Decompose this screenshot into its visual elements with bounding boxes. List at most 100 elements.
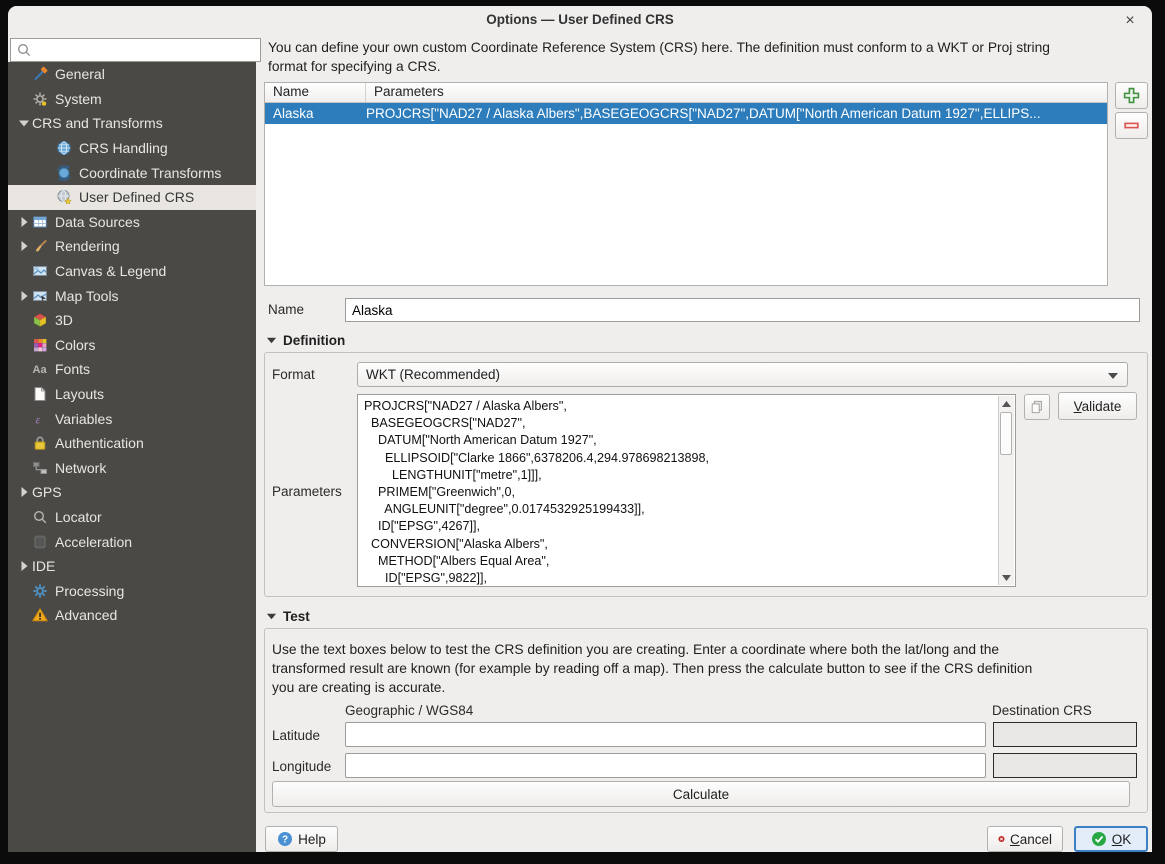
data-sources-icon xyxy=(32,214,48,230)
add-crs-button[interactable] xyxy=(1115,82,1148,109)
tree-collapsed-icon[interactable] xyxy=(16,214,32,230)
sidebar-item-label: Authentication xyxy=(55,435,144,451)
sidebar-item-crs-handling[interactable]: CRS Handling xyxy=(8,136,256,161)
latitude-input[interactable] xyxy=(345,722,986,747)
collapse-arrow-icon xyxy=(266,611,277,622)
sidebar-item-label: Advanced xyxy=(55,607,117,623)
sidebar-item-general[interactable]: General xyxy=(8,62,256,87)
column-header-parameters[interactable]: Parameters xyxy=(366,83,444,102)
tree-collapsed-icon[interactable] xyxy=(16,238,32,254)
sidebar-item-label: Fonts xyxy=(55,361,90,377)
tree-indent xyxy=(16,386,32,402)
sidebar-item-network[interactable]: Network xyxy=(8,456,256,481)
wkt-parameters-textarea[interactable]: PROJCRS["NAD27 / Alaska Albers", BASEGEO… xyxy=(357,394,1016,587)
sidebar-item-coordinate-transforms[interactable]: Coordinate Transforms xyxy=(8,160,256,185)
destination-crs-header: Destination CRS xyxy=(992,703,1092,718)
sidebar-item-label: Acceleration xyxy=(55,534,132,550)
crs-name-input[interactable] xyxy=(345,298,1140,322)
sidebar-item-variables[interactable]: ε Variables xyxy=(8,406,256,431)
crs-list-header[interactable]: Name Parameters xyxy=(265,83,1107,103)
sidebar-item-advanced[interactable]: Advanced xyxy=(8,603,256,628)
validate-button[interactable]: Validate xyxy=(1058,392,1137,420)
help-icon: ? xyxy=(277,831,293,847)
definition-title: Definition xyxy=(283,333,345,348)
tree-indent xyxy=(16,460,32,476)
definition-section-header[interactable]: Definition xyxy=(266,333,345,348)
tree-collapsed-icon[interactable] xyxy=(16,558,32,574)
tree-collapsed-icon[interactable] xyxy=(16,288,32,304)
tree-indent xyxy=(40,140,56,156)
table-row[interactable]: Alaska PROJCRS["NAD27 / Alaska Albers",B… xyxy=(265,103,1107,124)
sidebar-item-system[interactable]: System xyxy=(8,87,256,112)
copy-wkt-button[interactable] xyxy=(1024,394,1050,420)
scrollbar-thumb[interactable] xyxy=(1000,412,1012,455)
scroll-up-icon[interactable] xyxy=(999,396,1014,411)
remove-crs-button[interactable] xyxy=(1115,112,1148,139)
calculate-label: Calculate xyxy=(673,787,729,802)
search-input[interactable] xyxy=(32,40,260,60)
sidebar-item-label: Locator xyxy=(55,509,102,525)
ok-button[interactable]: OK xyxy=(1074,826,1148,852)
latitude-label: Latitude xyxy=(272,728,320,743)
test-section-header[interactable]: Test xyxy=(266,609,310,624)
tree-indent xyxy=(40,165,56,181)
sidebar-item-fonts[interactable]: AaFonts xyxy=(8,357,256,382)
help-button[interactable]: ? Help xyxy=(265,826,338,852)
layouts-icon xyxy=(32,386,48,402)
sidebar-item-layouts[interactable]: Layouts xyxy=(8,382,256,407)
title-bar[interactable]: Options — User Defined CRS × xyxy=(8,6,1152,36)
sidebar-item-label: System xyxy=(55,91,102,107)
tree-collapsed-icon[interactable] xyxy=(16,484,32,500)
sidebar-item-rendering[interactable]: Rendering xyxy=(8,234,256,259)
locator-icon xyxy=(32,509,48,525)
custom-crs-list[interactable]: Name Parameters Alaska PROJCRS["NAD27 / … xyxy=(264,82,1108,286)
sidebar-item-crs-and-transforms[interactable]: CRS and Transforms xyxy=(8,111,256,136)
destination-longitude-field xyxy=(993,753,1137,778)
processing-icon xyxy=(32,583,48,599)
tree-indent xyxy=(16,607,32,623)
svg-text:ε: ε xyxy=(36,412,41,426)
add-icon xyxy=(1123,87,1140,104)
sidebar-item-label: Processing xyxy=(55,583,124,599)
rendering-icon xyxy=(32,238,48,254)
tree-indent xyxy=(16,583,32,599)
column-header-name[interactable]: Name xyxy=(265,83,366,102)
tree-indent xyxy=(16,435,32,451)
sidebar-item-processing[interactable]: Processing xyxy=(8,578,256,603)
sidebar-item-acceleration[interactable]: Acceleration xyxy=(8,529,256,554)
remove-icon xyxy=(1123,117,1140,134)
longitude-input[interactable] xyxy=(345,753,986,778)
authentication-icon xyxy=(32,435,48,451)
sidebar-item-canvas-legend[interactable]: Canvas & Legend xyxy=(8,259,256,284)
sidebar-item-ide[interactable]: IDE xyxy=(8,554,256,579)
sidebar-item-locator[interactable]: Locator xyxy=(8,505,256,530)
format-dropdown[interactable]: WKT (Recommended) xyxy=(357,362,1128,387)
wkt-scrollbar[interactable] xyxy=(998,396,1014,585)
ok-icon xyxy=(1091,831,1107,847)
map-tools-icon xyxy=(32,288,48,304)
tree-expanded-icon[interactable] xyxy=(16,115,32,131)
cancel-button[interactable]: Cancel xyxy=(987,826,1063,852)
system-icon xyxy=(32,91,48,107)
sidebar-item-colors[interactable]: Colors xyxy=(8,333,256,358)
crs-row-name: Alaska xyxy=(265,106,366,121)
sidebar-item-authentication[interactable]: Authentication xyxy=(8,431,256,456)
scroll-down-icon[interactable] xyxy=(999,570,1014,585)
sidebar-item-gps[interactable]: GPS xyxy=(8,480,256,505)
options-dialog: Options — User Defined CRS × General Syst… xyxy=(8,6,1152,852)
calculate-button[interactable]: Calculate xyxy=(272,781,1130,807)
tree-indent xyxy=(16,66,32,82)
cancel-icon xyxy=(998,831,1005,847)
advanced-icon xyxy=(32,607,48,623)
tree-indent xyxy=(16,411,32,427)
sidebar-item-map-tools[interactable]: Map Tools xyxy=(8,283,256,308)
tree-indent xyxy=(16,534,32,550)
sidebar-item-user-defined-crs[interactable]: User Defined CRS xyxy=(8,185,256,210)
coordinate-transforms-icon xyxy=(56,165,72,181)
format-value: WKT (Recommended) xyxy=(366,367,500,382)
close-icon[interactable]: × xyxy=(1120,11,1140,31)
sidebar-item-3d[interactable]: 3D xyxy=(8,308,256,333)
sidebar-item-data-sources[interactable]: Data Sources xyxy=(8,210,256,235)
sidebar-item-label: Variables xyxy=(55,411,112,427)
sidebar-item-label: Map Tools xyxy=(55,288,119,304)
